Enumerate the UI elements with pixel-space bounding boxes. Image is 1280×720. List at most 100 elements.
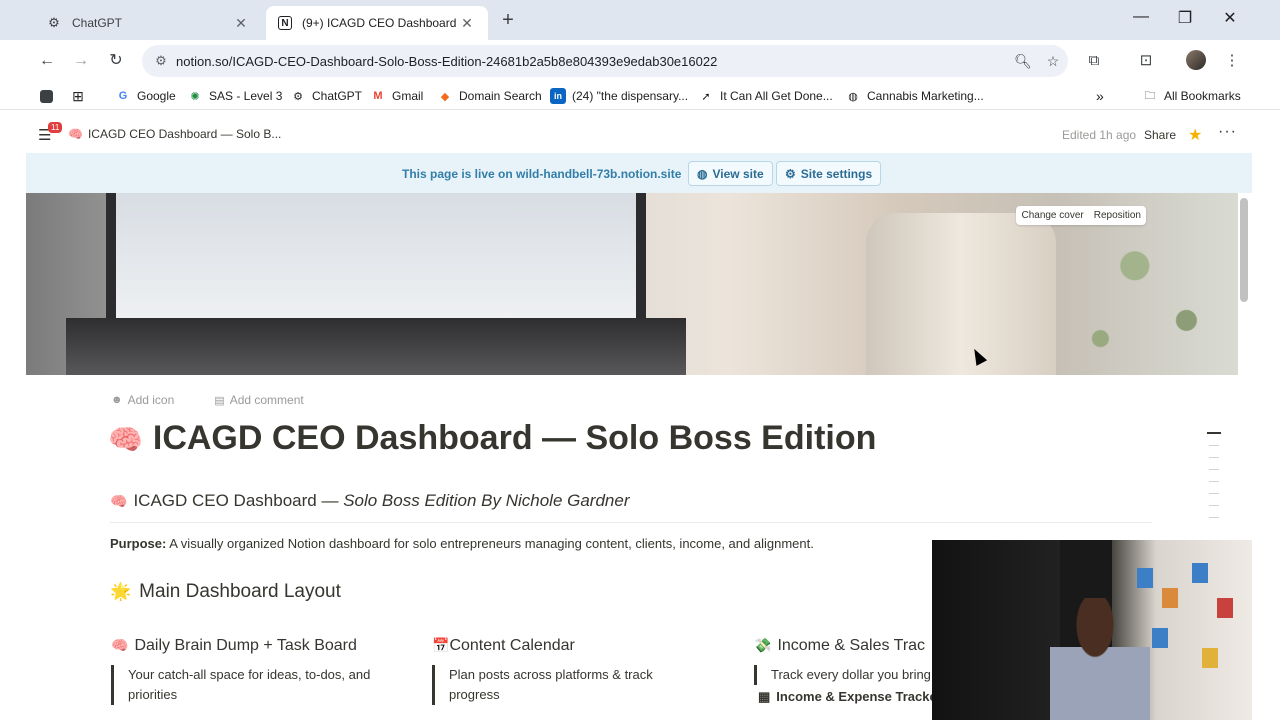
outline-line <box>1209 445 1219 446</box>
apps-grid-button[interactable]: ⊞ <box>70 87 92 105</box>
close-icon[interactable]: ✕ <box>458 15 476 32</box>
subtitle-plain: ICAGD CEO Dashboard — <box>133 491 344 510</box>
tab-title: ChatGPT <box>72 16 123 30</box>
column-quote[interactable]: Your catch-all space for ideas, to-dos, … <box>111 665 371 705</box>
view-site-button[interactable]: ◍ View site <box>688 161 773 186</box>
purpose-body: A visually organized Notion dashboard fo… <box>166 536 814 551</box>
scrollbar-thumb[interactable] <box>1240 198 1248 302</box>
page-title[interactable]: 🧠 ICAGD CEO Dashboard — Solo Boss Edition <box>108 419 876 458</box>
outline-line <box>1207 432 1221 434</box>
column-quote[interactable]: Plan posts across platforms & track prog… <box>432 665 692 705</box>
bookmark-chatgpt[interactable]: ⚙ ChatGPT <box>290 87 362 105</box>
site-settings-button[interactable]: ⚙ Site settings <box>776 161 882 186</box>
ledger-icon: ▦ <box>758 689 771 704</box>
page-actions: ☻ Add icon ▤ Add comment <box>111 393 344 407</box>
cover-keyboard <box>66 318 686 375</box>
bookmark-sas[interactable]: ✺ SAS - Level 3 <box>187 87 282 105</box>
purpose-text[interactable]: Purpose: A visually organized Notion das… <box>110 536 814 551</box>
change-cover-button[interactable]: Change cover <box>1016 206 1088 225</box>
forward-button[interactable]: → <box>70 50 92 72</box>
all-bookmarks-button[interactable]: 🗀 All Bookmarks <box>1142 87 1241 105</box>
section-heading[interactable]: 🌟 Main Dashboard Layout <box>110 581 341 603</box>
edited-timestamp: Edited 1h ago <box>1062 128 1137 142</box>
extensions-icon[interactable]: ⧉ <box>1082 50 1106 72</box>
profile-avatar[interactable] <box>1186 50 1206 70</box>
globe-icon: ✺ <box>190 90 200 103</box>
outline-line <box>1209 493 1219 494</box>
window-close-button[interactable]: ✕ <box>1207 8 1253 28</box>
folder-icon: 🗀 <box>1144 89 1156 102</box>
add-icon-button[interactable]: ☻ Add icon <box>111 393 194 407</box>
bookmarks-overflow-button[interactable]: » <box>1096 87 1104 105</box>
favorite-star-icon[interactable]: ★ <box>1188 125 1202 145</box>
bookmarks-bar: ⊞ G Google ✺ SAS - Level 3 ⚙ ChatGPT M Gmail… <box>0 82 1280 110</box>
bookmark-google[interactable]: G Google <box>115 87 176 105</box>
column-content-calendar: 📅Content Calendar Plan posts across plat… <box>432 637 732 705</box>
new-tab-button[interactable]: + <box>498 9 518 32</box>
bookmark-label: SAS - Level 3 <box>209 89 283 103</box>
bookmark-gmail[interactable]: M Gmail <box>370 87 423 105</box>
bookmark-domain-search[interactable]: ◆ Domain Search <box>437 87 542 105</box>
brain-icon: 🧠 <box>108 424 143 455</box>
add-comment-label: Add comment <box>229 393 304 407</box>
close-icon[interactable]: ✕ <box>232 15 250 32</box>
bookmark-label: Gmail <box>392 89 424 103</box>
restore-button[interactable]: ❐ <box>1162 8 1208 28</box>
column-subitem-label: Income & Expense Tracke <box>776 689 937 704</box>
breadcrumb-label: ICAGD CEO Dashboard — Solo B... <box>87 127 282 141</box>
address-bar[interactable]: ⚙ notion.so/ICAGD-CEO-Dashboard-Solo-Bos… <box>142 45 1068 77</box>
chevron-double-right-icon: » <box>1096 88 1104 104</box>
outline-line <box>1209 517 1219 518</box>
money-icon: 💸 <box>754 637 772 653</box>
purpose-label: Purpose: <box>110 536 167 551</box>
outline-line <box>1209 457 1219 458</box>
bookmark-it-can-all[interactable]: ➚ It Can All Get Done... <box>698 87 832 105</box>
breadcrumb[interactable]: 🧠 ICAGD CEO Dashboard — Solo B... <box>68 127 281 141</box>
back-button[interactable]: ← <box>36 50 58 72</box>
url-text[interactable]: notion.so/ICAGD-CEO-Dashboard-Solo-Boss-… <box>176 54 1008 69</box>
divider <box>110 522 1152 523</box>
bookmark-label: Google <box>137 89 176 103</box>
section-heading-text: Main Dashboard Layout <box>139 581 341 602</box>
view-site-label: View site <box>712 166 764 181</box>
openai-icon: ⚙ <box>48 15 60 30</box>
gear-icon: ⚙ <box>785 166 796 181</box>
all-bookmarks-label: All Bookmarks <box>1164 89 1241 103</box>
site-info-icon[interactable]: ⚙ <box>146 53 176 69</box>
bookmark-star-icon[interactable]: ☆ <box>1038 53 1068 70</box>
google-icon: G <box>118 90 128 102</box>
more-options-icon[interactable]: ··· <box>1218 123 1237 141</box>
add-comment-button[interactable]: ▤ Add comment <box>214 393 323 407</box>
globe-icon: ◍ <box>848 90 858 103</box>
subtitle-heading[interactable]: 🧠 ICAGD CEO Dashboard — Solo Boss Edition… <box>110 491 630 511</box>
browser-menu-icon[interactable]: ⋮ <box>1220 50 1244 72</box>
tab-title: (9+) ICAGD CEO Dashboard — <box>302 16 458 30</box>
tab-strip: ⚙ ChatGPT ✕ N (9+) ICAGD CEO Dashboard —… <box>0 0 1280 40</box>
reposition-button[interactable]: Reposition <box>1089 206 1146 225</box>
tab-search-icon[interactable]: ⊡ <box>1134 50 1158 72</box>
site-settings-label: Site settings <box>800 166 873 181</box>
cover-laptop <box>106 193 646 318</box>
bookmark-cannabis[interactable]: ◍ Cannabis Marketing... <box>845 87 984 105</box>
share-button[interactable]: Share <box>1144 128 1176 142</box>
bookmark-label: Domain Search <box>459 89 542 103</box>
column-heading[interactable]: 📅Content Calendar <box>432 637 732 655</box>
column-heading[interactable]: 🧠 Daily Brain Dump + Task Board <box>111 637 411 655</box>
smiley-icon: ☻ <box>111 394 123 406</box>
column-title: Daily Brain Dump + Task Board <box>134 637 357 654</box>
outline-line <box>1209 505 1219 506</box>
page-title-text: ICAGD CEO Dashboard — Solo Boss Edition <box>152 419 877 457</box>
reload-button[interactable]: ↻ <box>105 50 127 72</box>
page-outline[interactable] <box>1207 432 1221 529</box>
tab-notion-dashboard[interactable]: N (9+) ICAGD CEO Dashboard — ✕ <box>266 6 488 40</box>
add-icon-label: Add icon <box>127 393 175 407</box>
bookmark-app-square[interactable] <box>40 87 59 105</box>
outline-line <box>1209 481 1219 482</box>
domain-icon: ◆ <box>440 90 450 103</box>
live-site-banner: This page is live on wild-handbell-73b.n… <box>26 153 1252 193</box>
zoom-icon[interactable]: 🔍︎ <box>1008 53 1038 70</box>
column-title: Income & Sales Trac <box>777 637 926 654</box>
minimize-button[interactable]: — <box>1118 8 1164 26</box>
bookmark-linkedin[interactable]: in (24) "the dispensary... <box>550 87 688 105</box>
tab-chatgpt[interactable]: ⚙ ChatGPT ✕ <box>34 6 262 40</box>
